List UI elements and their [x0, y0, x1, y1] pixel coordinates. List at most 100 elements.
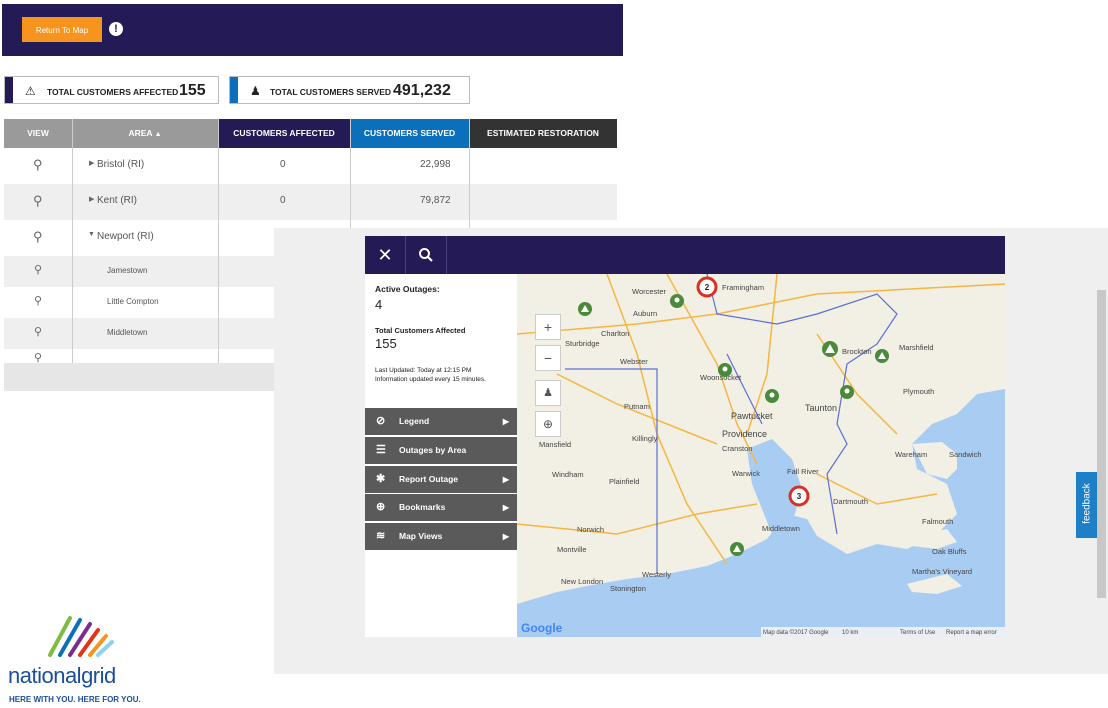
- national-grid-logo: nationalgrid HERE WITH YOU. HERE FOR YOU…: [8, 610, 158, 705]
- table-row[interactable]: ⚲ ▶ Bristol (RI) 0 22,998: [4, 148, 617, 185]
- affected-label: TOTAL CUSTOMERS AFFECTED: [47, 87, 179, 97]
- outage-map[interactable]: Worcester Framingham Auburn Charlton Stu…: [517, 274, 1005, 637]
- menu-label: Outages by Area: [399, 445, 467, 455]
- menu-bookmarks[interactable]: ⊕ Bookmarks ▶: [365, 494, 517, 521]
- place-label: Dartmouth: [833, 497, 868, 506]
- area-name[interactable]: Kent (RI): [97, 195, 137, 206]
- place-label: Falmouth: [922, 517, 953, 526]
- menu-legend[interactable]: ⊘ Legend ▶: [365, 408, 517, 435]
- outage-marker[interactable]: [730, 542, 744, 556]
- place-label: Plainfield: [609, 477, 639, 486]
- place-label: Stonington: [610, 584, 646, 593]
- outage-cluster[interactable]: 2: [696, 276, 718, 298]
- expand-icon[interactable]: ▶: [89, 159, 94, 167]
- last-updated: Last Updated: Today at 12:15 PM: [375, 367, 472, 374]
- outage-marker[interactable]: [840, 385, 854, 399]
- place-label: Martha's Vineyard: [912, 567, 972, 576]
- brand-tagline: HERE WITH YOU. HERE FOR YOU.: [9, 695, 141, 704]
- place-label: Charlton: [601, 329, 629, 338]
- menu-report-outage[interactable]: ✱ Report Outage ▶: [365, 466, 517, 493]
- outage-marker[interactable]: [718, 363, 732, 377]
- zoom-out-button[interactable]: −: [535, 345, 561, 371]
- divider: [469, 119, 470, 229]
- person-icon: ♟: [250, 84, 261, 98]
- place-label: Taunton: [805, 403, 837, 413]
- expand-icon[interactable]: ▶: [89, 195, 94, 203]
- customers-affected-label: Total Customers Affected: [375, 326, 466, 335]
- map-pin-icon[interactable]: ⚲: [33, 193, 43, 209]
- total-served-box: ♟ TOTAL CUSTOMERS SERVED 491,232: [229, 76, 470, 104]
- alert-icon[interactable]: !: [109, 22, 123, 36]
- place-label: New London: [561, 577, 603, 586]
- town-name[interactable]: Jamestown: [107, 266, 147, 275]
- map-pin-icon[interactable]: ⚲: [34, 263, 42, 276]
- map-pin-icon[interactable]: ⚲: [33, 157, 43, 173]
- map-pin-icon[interactable]: ⚲: [33, 229, 43, 245]
- google-logo[interactable]: Google: [521, 621, 563, 635]
- area-name[interactable]: Newport (RI): [97, 231, 154, 242]
- customers-affected-value: 155: [375, 336, 397, 351]
- map-scale: 10 km: [842, 630, 858, 636]
- cluster-count: 3: [797, 492, 802, 501]
- place-label: Providence: [722, 429, 767, 439]
- map-canvas[interactable]: Worcester Framingham Auburn Charlton Stu…: [517, 274, 1005, 637]
- menu-label: Report Outage: [399, 474, 459, 484]
- map-header: [365, 236, 1005, 274]
- outage-marker[interactable]: [670, 294, 684, 308]
- served-value: 491,232: [393, 82, 451, 99]
- menu-label: Map Views: [399, 531, 443, 541]
- table-row[interactable]: ⚲ ▶ Kent (RI) 0 79,872: [4, 184, 617, 221]
- place-label: Worcester: [632, 287, 667, 296]
- terms-link[interactable]: Terms of Use: [900, 630, 936, 636]
- close-icon[interactable]: ✕: [365, 236, 406, 274]
- place-label: Warwick: [732, 469, 760, 478]
- outage-marker[interactable]: [578, 302, 592, 316]
- served-count: 22,998: [420, 159, 451, 170]
- place-label: Windham: [552, 470, 584, 479]
- place-label: Plymouth: [903, 387, 934, 396]
- crosshair-icon[interactable]: ⊕: [535, 411, 561, 437]
- menu-map-views[interactable]: ≋ Map Views ▶: [365, 523, 517, 550]
- col-served[interactable]: CUSTOMERS SERVED: [350, 119, 469, 148]
- map-pin-icon[interactable]: ⚲: [34, 325, 42, 338]
- town-name[interactable]: Middletown: [107, 328, 147, 337]
- collapse-icon[interactable]: ▼: [88, 231, 95, 238]
- divider: [72, 119, 73, 363]
- served-label: TOTAL CUSTOMERS SERVED: [270, 87, 392, 97]
- place-label: Oak Bluffs: [932, 547, 967, 556]
- list-icon: ☰: [376, 444, 386, 456]
- outage-marker[interactable]: [875, 349, 889, 363]
- outage-cluster[interactable]: 3: [788, 485, 810, 507]
- place-label: Montville: [557, 545, 587, 554]
- col-affected[interactable]: CUSTOMERS AFFECTED: [218, 119, 350, 148]
- col-view[interactable]: VIEW: [4, 119, 72, 148]
- map-attribution: Map data ©2017 Google: [763, 629, 829, 636]
- scrollbar[interactable]: [1097, 290, 1106, 598]
- affected-count: 0: [280, 159, 286, 170]
- map-pin-icon[interactable]: ⚲: [34, 294, 42, 307]
- compass-icon: ⊘: [376, 415, 386, 427]
- chevron-right-icon: ▶: [502, 475, 509, 484]
- place-label: Putnam: [624, 402, 650, 411]
- person-locate-icon[interactable]: ♟: [535, 380, 561, 406]
- return-to-map-button[interactable]: Return To Map: [22, 17, 102, 42]
- town-name[interactable]: Little Compton: [107, 297, 159, 306]
- outage-summary: Active Outages: 4 Total Customers Affect…: [365, 274, 517, 408]
- zoom-in-button[interactable]: +: [535, 314, 561, 340]
- feedback-button[interactable]: feedback: [1076, 472, 1097, 538]
- outage-marker[interactable]: [822, 341, 838, 357]
- place-label: Fall River: [787, 467, 819, 476]
- place-label: Westerly: [642, 570, 671, 579]
- place-label: Auburn: [633, 309, 657, 318]
- divider: [218, 119, 219, 363]
- search-icon[interactable]: [406, 236, 447, 274]
- place-label: Brockton: [842, 347, 872, 356]
- chevron-right-icon: ▶: [502, 417, 509, 426]
- col-area[interactable]: AREA ▲: [72, 119, 218, 148]
- col-area-label: AREA: [128, 128, 153, 138]
- outage-marker[interactable]: [765, 389, 779, 403]
- menu-outages-by-area[interactable]: ☰ Outages by Area: [365, 437, 517, 464]
- col-restoration[interactable]: ESTIMATED RESTORATION: [469, 119, 617, 148]
- report-error-link[interactable]: Report a map error: [946, 630, 997, 636]
- area-name[interactable]: Bristol (RI): [97, 159, 144, 170]
